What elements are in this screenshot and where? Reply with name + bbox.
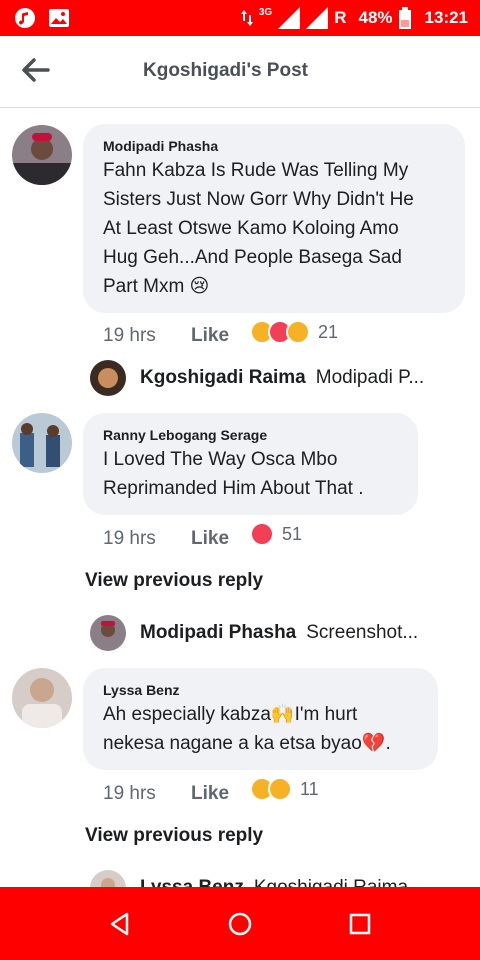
clock: 13:21: [424, 8, 468, 27]
reaction-count: 11: [300, 778, 319, 799]
avatar[interactable]: [12, 125, 72, 185]
comment-text-line: Fahn Kabza Is Rude Was Telling My: [103, 160, 409, 181]
battery-icon: [398, 7, 411, 29]
roaming-indicator: R: [334, 8, 347, 27]
square-recents-icon[interactable]: [347, 911, 373, 937]
comment-text-line: nekesa nagane a ka etsa byao💔.: [103, 733, 391, 754]
avatar[interactable]: [90, 615, 126, 651]
battery-percent: 48%: [358, 8, 393, 27]
arrow-left-icon[interactable]: [22, 58, 50, 82]
triangle-back-icon[interactable]: [107, 911, 133, 937]
comment-text-line: Reprimanded Him About That .: [103, 478, 364, 499]
comment-bubble[interactable]: Ranny Lebogang Serage I Loved The Way Os…: [83, 413, 418, 515]
reactions[interactable]: 21: [250, 320, 338, 344]
reply-preview[interactable]: Kgoshigadi Raima Modipadi P...: [90, 360, 424, 396]
reaction-count: 51: [282, 523, 303, 544]
comment-text-line: Sisters Just Now Gorr Why Didn't He: [103, 189, 414, 210]
page-title: Kgoshigadi's Post: [143, 60, 308, 81]
data-arrows-icon: [240, 10, 253, 26]
love-reaction-icon: [250, 522, 274, 546]
comment-text-line: Ah especially kabza🙌I'm hurt: [103, 704, 358, 725]
like-button[interactable]: Like: [191, 528, 229, 550]
comment-author[interactable]: Ranny Lebogang Serage: [103, 427, 267, 443]
comment-author[interactable]: Lyssa Benz: [103, 682, 180, 698]
like-button[interactable]: Like: [191, 325, 229, 347]
avatar[interactable]: [12, 413, 72, 473]
circle-home-icon[interactable]: [227, 911, 253, 937]
network-type: 3G: [258, 6, 273, 18]
reactions[interactable]: 51: [250, 522, 302, 546]
comment-time: 19 hrs: [103, 325, 156, 346]
reply-author[interactable]: Modipadi Phasha: [140, 622, 296, 644]
avatar[interactable]: [90, 360, 126, 396]
signal-icon: [278, 7, 301, 29]
comment-time: 19 hrs: [103, 528, 156, 549]
reaction-count: 21: [318, 321, 339, 342]
reply-preview[interactable]: Modipadi Phasha Screenshot...: [90, 615, 418, 651]
reply-author[interactable]: Kgoshigadi Raima: [140, 367, 306, 389]
comment-bubble[interactable]: Lyssa Benz Ah especially kabza🙌I'm hurt …: [83, 668, 438, 770]
comment-bubble[interactable]: Modipadi Phasha Fahn Kabza Is Rude Was T…: [83, 124, 465, 313]
comment-author[interactable]: Modipadi Phasha: [103, 138, 218, 154]
reply-text: Modipadi P...: [315, 367, 425, 388]
wow-reaction-icon: [268, 777, 292, 801]
view-previous-reply-link[interactable]: View previous reply: [85, 825, 263, 847]
view-previous-reply-link[interactable]: View previous reply: [85, 570, 263, 592]
avatar[interactable]: [12, 668, 72, 728]
system-nav-bar: [0, 887, 480, 960]
comment-text-line: I Loved The Way Osca Mbo: [103, 449, 338, 470]
like-button[interactable]: Like: [191, 783, 229, 805]
status-bar: 3G R 48% 13:21: [0, 0, 480, 36]
comment-time: 19 hrs: [103, 783, 156, 804]
comment-text-line: Hug Geh...And People Basega Sad: [103, 247, 402, 268]
image-icon: [48, 7, 70, 29]
signal-icon-2: [306, 7, 329, 29]
post-header: Kgoshigadi's Post: [0, 36, 480, 108]
reply-text: Screenshot...: [306, 622, 419, 643]
reactions[interactable]: 11: [250, 777, 319, 801]
comment-text-line: Part Mxm 😢: [103, 276, 210, 297]
music-icon: [14, 7, 36, 29]
haha-reaction-icon: [286, 320, 310, 344]
comment-text-line: At Least Otswe Kamo Koloing Amo: [103, 218, 399, 239]
